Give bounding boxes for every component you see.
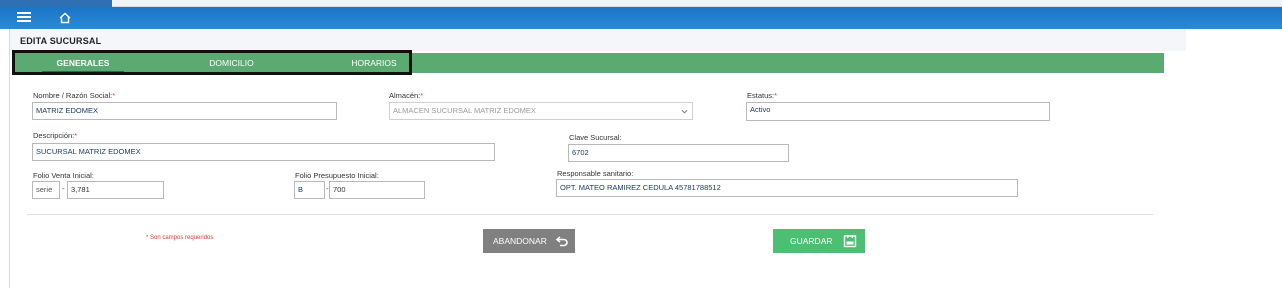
almacen-select[interactable]: ALMACEN SUCURSAL MATRIZ EDOMEX [389,102,693,120]
abandon-button-label: ABANDONAR [493,236,547,246]
folio-presupuesto-label: Folio Presupuesto Inicial: [295,171,379,180]
browser-top-strip [0,0,1282,7]
descripcion-label: Descripción:* [33,131,78,140]
save-button[interactable]: GUARDAR [773,229,865,253]
undo-icon [555,236,568,247]
save-icon [843,235,857,248]
page-title: EDITA SUCURSAL [20,36,102,46]
responsable-input[interactable]: OPT. MATEO RAMIREZ CEDULA 45781788512 [556,179,1018,197]
abandon-button[interactable]: ABANDONAR [483,229,575,253]
clave-sucursal-input[interactable]: 6702 [568,144,789,162]
menu-icon[interactable] [16,10,32,26]
form-divider [27,214,1153,215]
left-border [9,29,10,288]
folio-venta-label: Folio Venta Inicial: [33,171,94,180]
home-icon[interactable] [58,11,72,25]
tab-highlight-frame [12,50,412,75]
nombre-input[interactable]: MATRIZ EDOMEX [32,102,337,120]
folio-presupuesto-input[interactable]: 700 [329,181,425,199]
folio-venta-input[interactable]: 3,781 [67,181,164,199]
required-fields-note: * Son campos requeridos [146,235,214,241]
descripcion-input[interactable]: SUCURSAL MATRIZ EDOMEX [32,143,495,161]
folio-venta-separator: - [62,184,65,193]
almacen-label: Almacén:* [389,91,424,100]
almacen-value: ALMACEN SUCURSAL MATRIZ EDOMEX [393,106,536,115]
nombre-label: Nombre / Razón Social:* [33,91,116,100]
clave-sucursal-label: Clave Sucursal: [569,133,622,142]
save-button-label: GUARDAR [790,236,833,246]
top-navbar [0,7,1282,29]
estatus-label: Estatus:* [747,91,778,100]
responsable-label: Responsable sanitario: [557,169,634,178]
folio-presupuesto-prefix: B [294,181,325,199]
top-strip-accent [0,0,112,7]
page-header: EDITA SUCURSAL [10,29,1186,51]
chevron-down-icon [681,109,688,114]
estatus-select[interactable]: Activo [746,102,1050,121]
folio-venta-prefix: serie [32,181,60,199]
